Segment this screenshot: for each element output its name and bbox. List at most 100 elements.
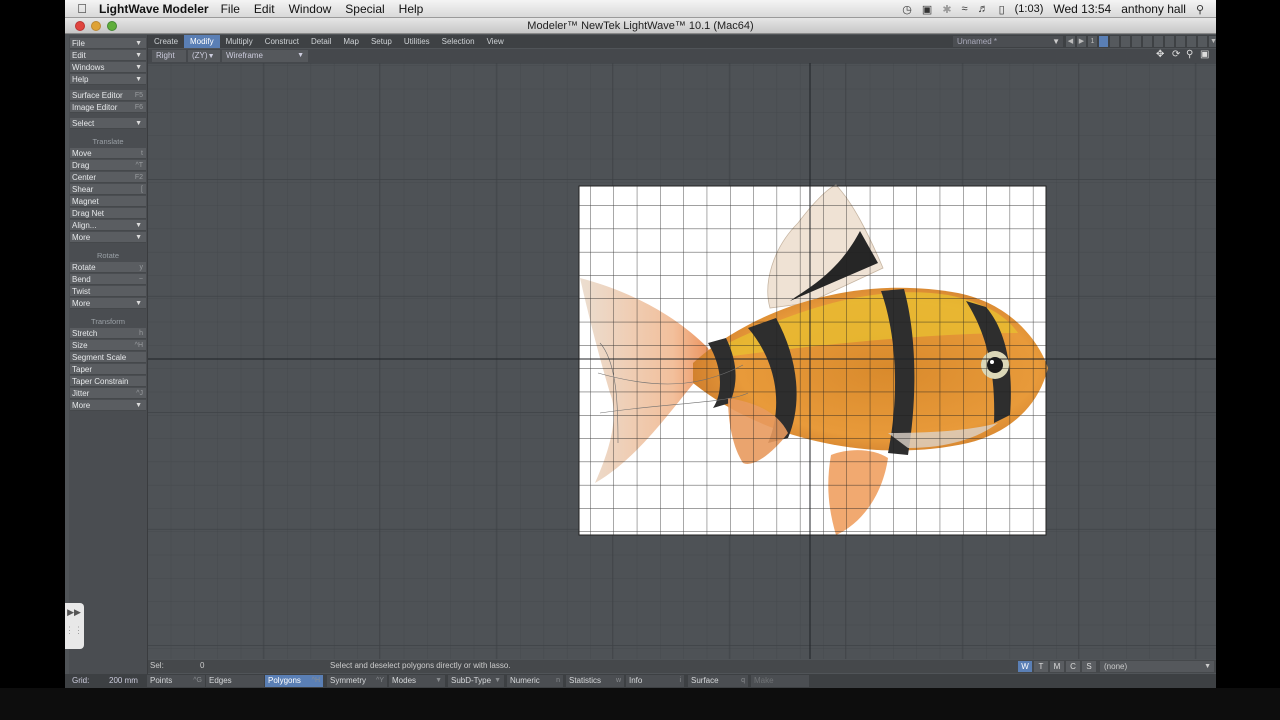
tool-size-button[interactable]: Size ^H xyxy=(70,340,146,351)
symmetry-toggle[interactable]: Symmetry ^Y xyxy=(327,675,387,687)
wtmcs-c-toggle[interactable]: C xyxy=(1066,661,1080,672)
numeric-button[interactable]: Numeric n xyxy=(507,675,563,687)
surface-button[interactable]: Surface q xyxy=(688,675,748,687)
windows-menu-button[interactable]: Windows ▼ xyxy=(70,62,146,73)
help-menu-button[interactable]: Help ▼ xyxy=(70,74,146,85)
wtmcs-w-toggle[interactable]: W xyxy=(1018,661,1032,672)
layer-slot-8[interactable] xyxy=(1176,36,1185,47)
modes-dropdown[interactable]: Modes ▼ xyxy=(389,675,445,687)
zoom-window-button[interactable] xyxy=(107,21,117,31)
tool-more-button[interactable]: More ▼ xyxy=(70,232,146,243)
view-direction-dropdown[interactable]: Right xyxy=(152,50,186,62)
close-window-button[interactable] xyxy=(75,21,85,31)
wtmcs-s-toggle[interactable]: S xyxy=(1082,661,1096,672)
layer-slot-3[interactable] xyxy=(1121,36,1130,47)
tool-drag-button[interactable]: Drag ^T xyxy=(70,160,146,171)
tool-twist-button[interactable]: Twist xyxy=(70,286,146,297)
info-button[interactable]: Info i xyxy=(626,675,684,687)
app-menu[interactable]: LightWave Modeler xyxy=(99,2,209,16)
wtmcs-m-toggle[interactable]: M xyxy=(1050,661,1064,672)
tool-center-button[interactable]: Center F2 xyxy=(70,172,146,183)
viewport-canvas[interactable] xyxy=(148,63,1216,659)
tab-construct[interactable]: Construct xyxy=(259,35,305,48)
menu-special[interactable]: Special xyxy=(345,2,384,16)
menu-window[interactable]: Window xyxy=(289,2,332,16)
menu-file[interactable]: File xyxy=(221,2,240,16)
pan-icon[interactable]: ✥ xyxy=(1156,49,1164,60)
tool-align-button[interactable]: Align... ▼ xyxy=(70,220,146,231)
statistics-label: Statistics xyxy=(569,676,602,685)
viewport-right-zy[interactable] xyxy=(148,63,1216,659)
image-editor-button[interactable]: Image Editor F6 xyxy=(70,102,146,113)
tool-jitter-button[interactable]: Jitter ^J xyxy=(70,388,146,399)
wifi-icon[interactable]: ≈ xyxy=(962,3,968,15)
layer-slot-7[interactable] xyxy=(1165,36,1174,47)
rotate-view-icon[interactable]: ⟳ xyxy=(1172,49,1180,60)
statistics-button[interactable]: Statistics w xyxy=(566,675,624,687)
layer-slot-2[interactable] xyxy=(1110,36,1119,47)
menubar-user[interactable]: anthony hall xyxy=(1121,2,1186,16)
layer-slot-10[interactable] xyxy=(1198,36,1207,47)
layer-slot-9[interactable] xyxy=(1187,36,1196,47)
display-icon[interactable]: ▣ xyxy=(922,3,932,16)
subd-type-dropdown[interactable]: SubD-Type ▼ xyxy=(448,675,504,687)
tool-shear-button[interactable]: Shear [ xyxy=(70,184,146,195)
polygons-mode-button[interactable]: Polygons ^H xyxy=(265,675,323,687)
tab-selection[interactable]: Selection xyxy=(436,35,481,48)
surface-editor-button[interactable]: Surface Editor F5 xyxy=(70,90,146,101)
zoom-icon[interactable]: ⚲ xyxy=(1186,49,1193,60)
view-axes-dropdown[interactable]: (ZY)▼ xyxy=(188,50,220,62)
bluetooth-icon[interactable]: ✱ xyxy=(942,3,951,16)
prev-layer-icon[interactable]: ◀ xyxy=(1066,36,1075,47)
time-machine-icon[interactable]: ◷ xyxy=(902,3,912,16)
menu-help[interactable]: Help xyxy=(399,2,424,16)
edit-menu-button[interactable]: Edit ▼ xyxy=(70,50,146,61)
layer-slot-6[interactable] xyxy=(1154,36,1163,47)
tool-taper-button[interactable]: Taper xyxy=(70,364,146,375)
window-title: Modeler™ NewTek LightWave™ 10.1 (Mac64) xyxy=(527,20,754,32)
layer-slot-4[interactable] xyxy=(1132,36,1141,47)
tab-multiply[interactable]: Multiply xyxy=(220,35,259,48)
file-menu-button[interactable]: File ▼ xyxy=(70,38,146,49)
select-menu-button[interactable]: Select ▼ xyxy=(70,118,146,129)
dock-handle[interactable]: ▶▶ ⋮⋮ xyxy=(65,603,84,649)
minimize-window-button[interactable] xyxy=(91,21,101,31)
points-mode-button[interactable]: Points ^G xyxy=(147,675,205,687)
make-button[interactable]: Make xyxy=(751,675,809,687)
tool-segment-scale-button[interactable]: Segment Scale xyxy=(70,352,146,363)
object-name-label: Unnamed * xyxy=(957,37,998,46)
tab-utilities[interactable]: Utilities xyxy=(398,35,436,48)
tool-taper-constrain-button[interactable]: Taper Constrain xyxy=(70,376,146,387)
surface-select-dropdown[interactable]: (none) ▼ xyxy=(1100,661,1214,672)
object-name-dropdown[interactable]: Unnamed * ▼ xyxy=(953,36,1063,47)
tab-detail[interactable]: Detail xyxy=(305,35,337,48)
apple-menu-icon[interactable]:  xyxy=(65,1,99,16)
next-layer-icon[interactable]: ▶ xyxy=(1077,36,1086,47)
tab-map[interactable]: Map xyxy=(337,35,365,48)
layer-menu-icon[interactable]: ▼ xyxy=(1209,36,1216,47)
volume-icon[interactable]: ♬ xyxy=(978,3,989,15)
tab-create[interactable]: Create xyxy=(148,35,184,48)
tool-magnet-button[interactable]: Magnet xyxy=(70,196,146,207)
layer-number[interactable]: 1 xyxy=(1088,36,1097,47)
wtmcs-t-toggle[interactable]: T xyxy=(1034,661,1048,672)
menu-edit[interactable]: Edit xyxy=(254,2,275,16)
tool-drag-net-button[interactable]: Drag Net xyxy=(70,208,146,219)
maximize-viewport-icon[interactable]: ▣ xyxy=(1200,49,1209,60)
tool-stretch-button[interactable]: Stretch h xyxy=(70,328,146,339)
edges-mode-button[interactable]: Edges xyxy=(206,675,264,687)
battery-icon[interactable]: ▯ xyxy=(999,3,1005,16)
tool-rotate-button[interactable]: Rotate y xyxy=(70,262,146,273)
tool-bend-button[interactable]: Bend ~ xyxy=(70,274,146,285)
layer-slot-5[interactable] xyxy=(1143,36,1152,47)
tool-move-button[interactable]: Move t xyxy=(70,148,146,159)
spotlight-search-icon[interactable]: ⚲ xyxy=(1196,3,1204,16)
menubar-clock[interactable]: Wed 13:54 xyxy=(1053,2,1111,16)
render-mode-dropdown[interactable]: Wireframe ▼ xyxy=(222,50,308,62)
layer-slot-1[interactable] xyxy=(1099,36,1108,47)
tab-setup[interactable]: Setup xyxy=(365,35,398,48)
tab-modify[interactable]: Modify xyxy=(184,35,220,48)
tool-more-button[interactable]: More ▼ xyxy=(70,400,146,411)
tab-view[interactable]: View xyxy=(481,35,510,48)
tool-more-button[interactable]: More ▼ xyxy=(70,298,146,309)
